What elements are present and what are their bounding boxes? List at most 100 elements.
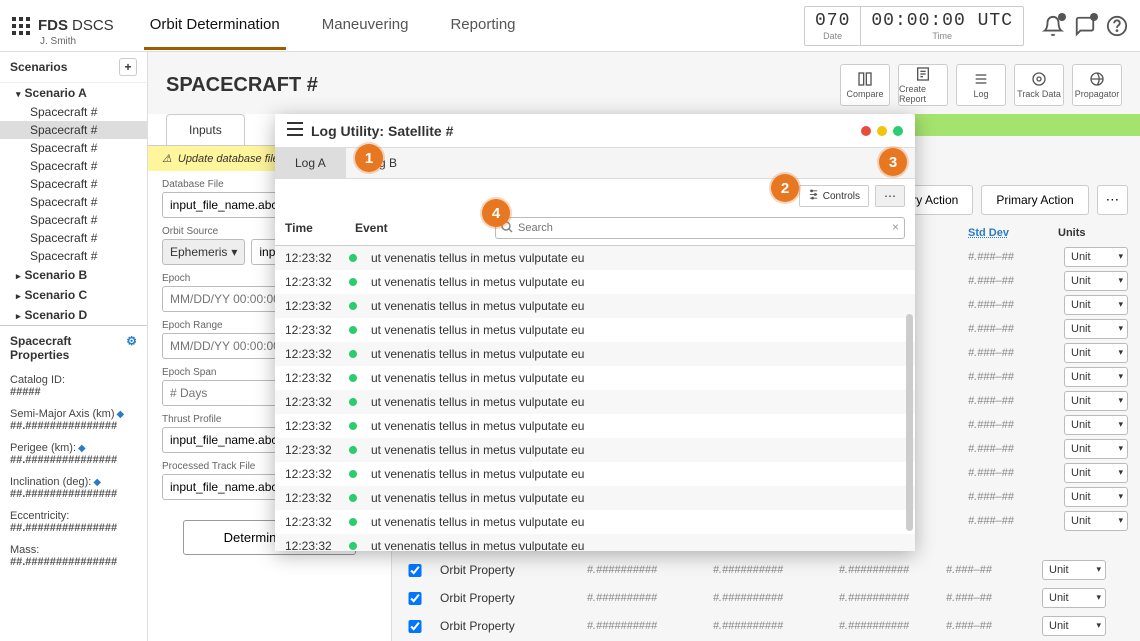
log-row[interactable]: 12:23:32ut venenatis tellus in metus vul… bbox=[275, 366, 915, 390]
log-row[interactable]: 12:23:32 ut venenatis tellus in metus vul… bbox=[275, 462, 915, 486]
nav-reporting[interactable]: Reporting bbox=[444, 2, 521, 50]
nav-maneuvering[interactable]: Maneuvering bbox=[316, 2, 415, 50]
std-dev-header[interactable]: Std Dev bbox=[968, 227, 1058, 239]
controls-button[interactable]: Controls bbox=[799, 185, 869, 207]
orbit-prop-checkbox[interactable] bbox=[408, 620, 422, 633]
callout-2: 2 bbox=[771, 174, 799, 202]
datetime-display: 070 Date 00:00:00 UTC Time bbox=[804, 6, 1024, 46]
tree-scenario-c[interactable]: Scenario C bbox=[0, 285, 147, 305]
add-scenario-button[interactable]: + bbox=[119, 58, 137, 76]
nav-orbit-determination[interactable]: Orbit Determination bbox=[144, 2, 286, 50]
unit-select[interactable]: Unit bbox=[1064, 415, 1128, 435]
log-row[interactable]: 12:23:32ut venenatis tellus in metus vul… bbox=[275, 534, 915, 551]
log-button[interactable]: Log bbox=[956, 64, 1006, 106]
unit-select[interactable]: Unit bbox=[1064, 511, 1128, 531]
prop-label: Inclination (deg):◆ bbox=[0, 472, 147, 488]
clear-search-icon[interactable]: × bbox=[892, 220, 899, 234]
track-data-button[interactable]: Track Data bbox=[1014, 64, 1064, 106]
tree-spacecraft-item[interactable]: Spacecraft # bbox=[0, 247, 147, 265]
modal-more-button[interactable]: ⋯ bbox=[875, 185, 905, 207]
std-dev-value: #.###–## bbox=[968, 443, 1056, 455]
tree-spacecraft-item[interactable]: Spacecraft # bbox=[0, 103, 147, 121]
help-icon[interactable] bbox=[1106, 15, 1128, 37]
modal-tab-log-a[interactable]: Log A bbox=[275, 148, 346, 178]
select-orbit-source[interactable]: Ephemeris ▾ bbox=[162, 239, 245, 265]
log-row[interactable]: 12:23:32ut venenatis tellus in metus vul… bbox=[275, 294, 915, 318]
brand-main: FDS bbox=[38, 17, 68, 34]
icon-btn-label: Log bbox=[973, 89, 988, 99]
notifications-icon[interactable] bbox=[1042, 15, 1064, 37]
log-row[interactable]: 12:23:32ut venenatis tellus in metus vul… bbox=[275, 510, 915, 534]
log-time: 12:23:32 bbox=[285, 467, 349, 481]
gear-icon[interactable]: ⚙ bbox=[126, 334, 137, 362]
date-label: Date bbox=[815, 31, 850, 41]
unit-select[interactable]: Unit bbox=[1042, 588, 1106, 608]
scenarios-label: Scenarios bbox=[10, 60, 67, 74]
unit-select[interactable]: Unit bbox=[1064, 319, 1128, 339]
unit-select[interactable]: Unit bbox=[1042, 616, 1106, 636]
unit-select[interactable]: Unit bbox=[1064, 487, 1128, 507]
tab-inputs[interactable]: Inputs bbox=[166, 114, 245, 145]
log-event: ut venenatis tellus in metus vulputate e… bbox=[371, 467, 905, 481]
status-dot-icon bbox=[349, 326, 357, 334]
propagator-button[interactable]: Propagator bbox=[1072, 64, 1122, 106]
create-report-button[interactable]: Create Report bbox=[898, 64, 948, 106]
menu-icon[interactable] bbox=[287, 122, 303, 139]
status-dot-icon bbox=[349, 398, 357, 406]
close-window-icon[interactable] bbox=[861, 126, 871, 136]
log-row[interactable]: 12:23:32ut venenatis tellus in metus vul… bbox=[275, 270, 915, 294]
tree-scenario-b[interactable]: Scenario B bbox=[0, 265, 147, 285]
unit-select[interactable]: Unit bbox=[1064, 343, 1128, 363]
log-row[interactable]: 12:23:32ut venenatis tellus in metus vul… bbox=[275, 486, 915, 510]
prop-label: Eccentricity: bbox=[0, 506, 147, 522]
tree-scenario-d[interactable]: Scenario D bbox=[0, 305, 147, 325]
log-row[interactable]: 12:23:32ut venenatis tellus in metus vul… bbox=[275, 318, 915, 342]
minimize-window-icon[interactable] bbox=[877, 126, 887, 136]
icon-btn-label: Propagator bbox=[1075, 89, 1120, 99]
unit-select[interactable]: Unit bbox=[1064, 367, 1128, 387]
apps-grid-icon[interactable] bbox=[12, 17, 30, 35]
status-dot-icon bbox=[349, 518, 357, 526]
log-row[interactable]: 12:23:32ut venenatis tellus in metus vul… bbox=[275, 390, 915, 414]
log-row[interactable]: 12:23:32ut venenatis tellus in metus vul… bbox=[275, 414, 915, 438]
messages-icon[interactable] bbox=[1074, 15, 1096, 37]
std-dev-value: #.###–## bbox=[968, 467, 1056, 479]
unit-select[interactable]: Unit bbox=[1064, 295, 1128, 315]
compare-button[interactable]: Compare bbox=[840, 64, 890, 106]
unit-select[interactable]: Unit bbox=[1064, 439, 1128, 459]
primary-action-button[interactable]: Primary Action bbox=[981, 185, 1088, 215]
unit-select[interactable]: Unit bbox=[1064, 391, 1128, 411]
tree-scenario-a[interactable]: Scenario A bbox=[0, 83, 147, 103]
tree-spacecraft-item[interactable]: Spacecraft # bbox=[0, 211, 147, 229]
icon-btn-label: Create Report bbox=[899, 84, 947, 104]
unit-select[interactable]: Unit bbox=[1064, 271, 1128, 291]
tree-spacecraft-item[interactable]: Spacecraft # bbox=[0, 139, 147, 157]
unit-select[interactable]: Unit bbox=[1042, 560, 1106, 580]
orbit-prop-checkbox[interactable] bbox=[408, 592, 422, 605]
orbit-prop-std: #.###–## bbox=[946, 564, 1024, 576]
log-row[interactable]: 12:23:32ut venenatis tellus in metus vul… bbox=[275, 246, 915, 270]
callout-4: 4 bbox=[482, 199, 510, 227]
panel-more-button[interactable]: ⋯ bbox=[1097, 185, 1128, 215]
orbit-prop-checkbox[interactable] bbox=[408, 564, 422, 577]
prop-value: ##.############### bbox=[0, 556, 147, 574]
orbit-prop-val: #.########## bbox=[694, 592, 802, 604]
sliders-icon bbox=[808, 189, 819, 203]
unit-select[interactable]: Unit bbox=[1064, 247, 1128, 267]
maximize-window-icon[interactable] bbox=[893, 126, 903, 136]
status-dot-icon bbox=[349, 302, 357, 310]
log-row[interactable]: 12:23:32ut venenatis tellus in metus vul… bbox=[275, 438, 915, 462]
tree-spacecraft-item[interactable]: Spacecraft # bbox=[0, 157, 147, 175]
tree-spacecraft-item[interactable]: Spacecraft # bbox=[0, 193, 147, 211]
log-row[interactable]: 12:23:32ut venenatis tellus in metus vul… bbox=[275, 342, 915, 366]
unit-select[interactable]: Unit bbox=[1064, 463, 1128, 483]
tree-spacecraft-item[interactable]: Spacecraft # bbox=[0, 229, 147, 247]
log-search-input[interactable] bbox=[495, 217, 905, 239]
tree-spacecraft-item[interactable]: Spacecraft # bbox=[0, 175, 147, 193]
orbit-property-row: Orbit Property#.###########.###########.… bbox=[408, 612, 1114, 640]
info-icon: ◆ bbox=[78, 443, 86, 454]
status-dot-icon bbox=[349, 542, 357, 550]
tree-spacecraft-item[interactable]: Spacecraft # bbox=[0, 121, 147, 139]
scrollbar[interactable] bbox=[906, 314, 913, 531]
orbit-property-row: Orbit Property#.###########.###########.… bbox=[408, 556, 1114, 584]
